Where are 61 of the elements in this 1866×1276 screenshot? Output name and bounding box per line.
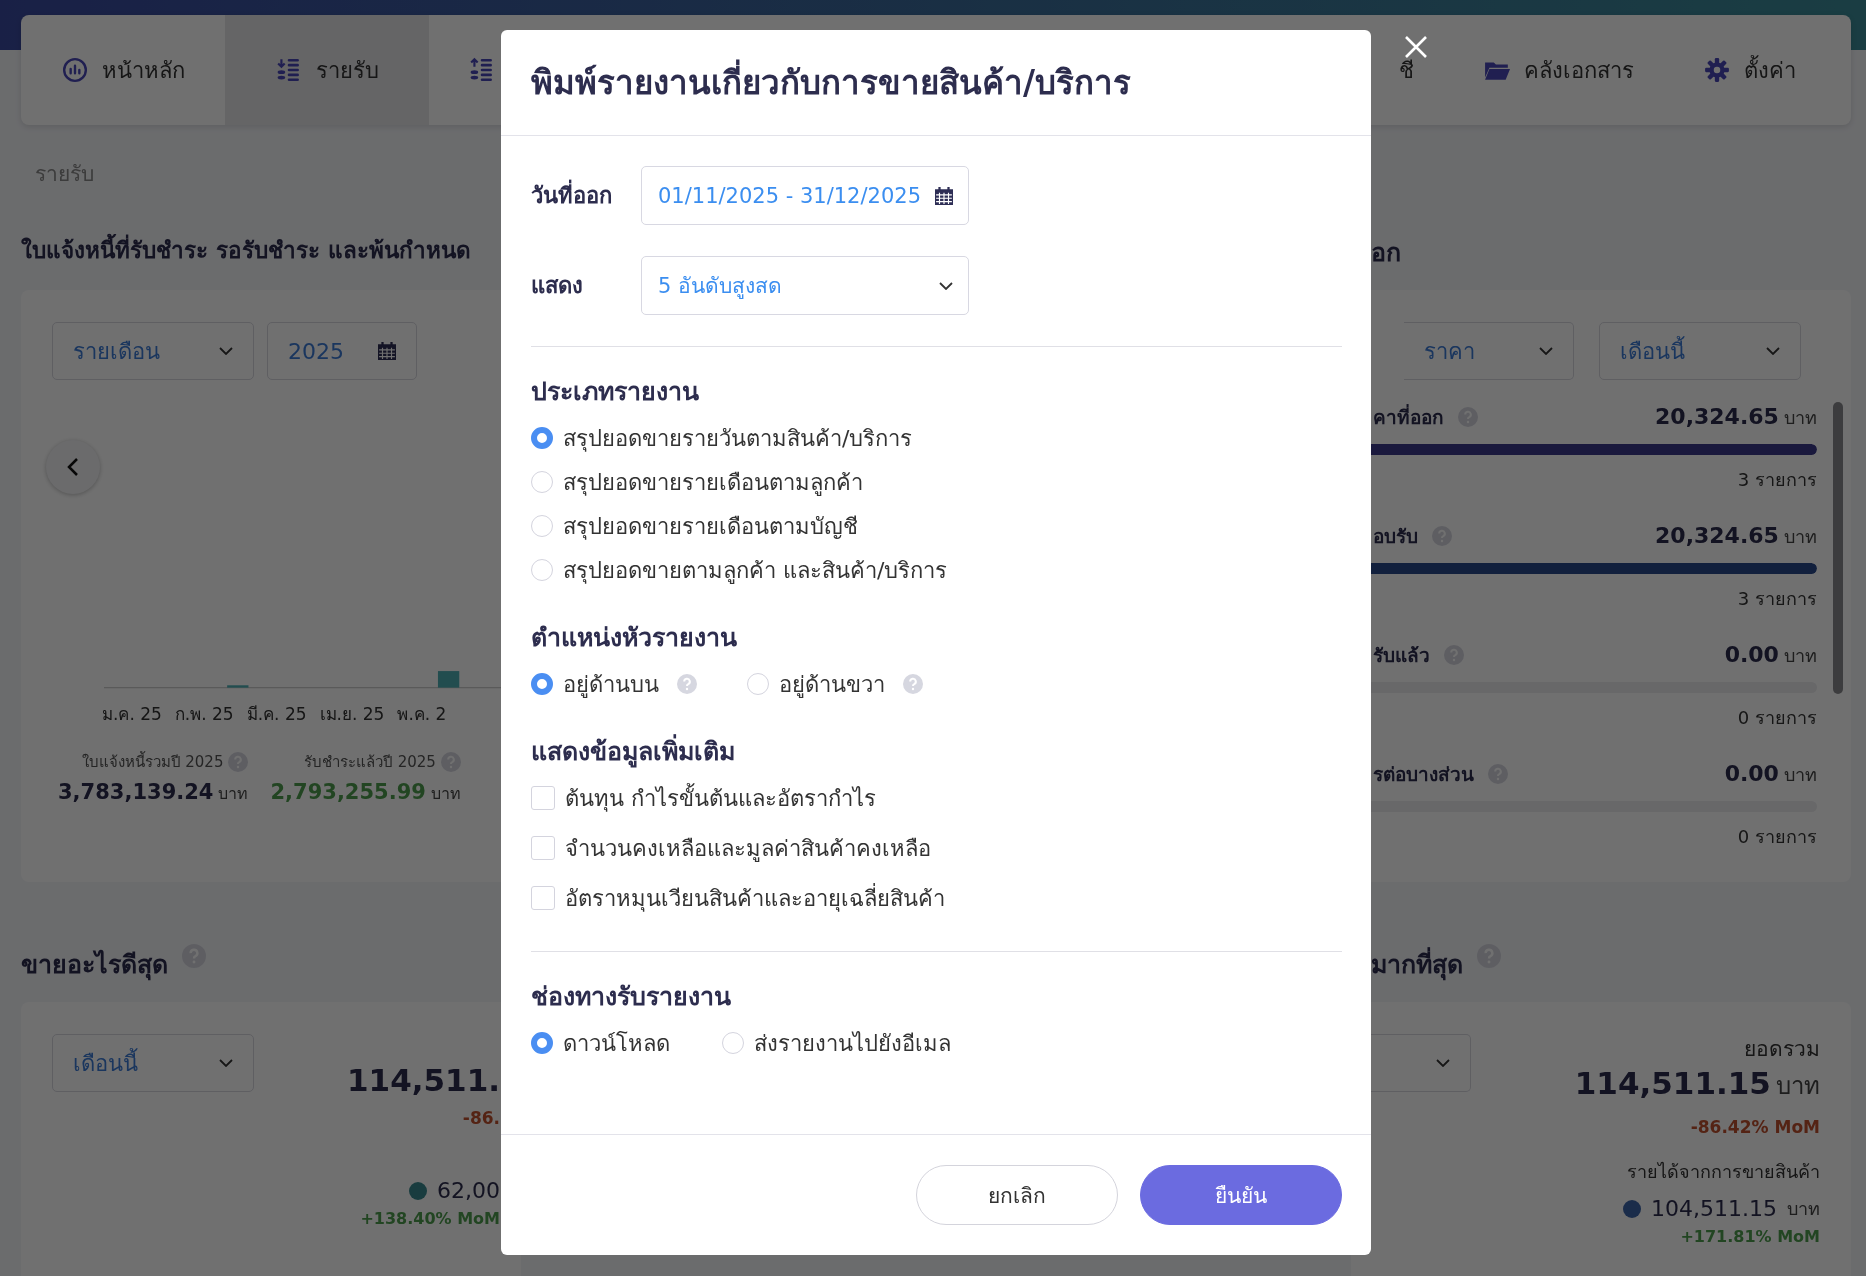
legend-value: 62,00 xyxy=(437,1178,500,1203)
section-title: ใบแจ้งหนี้ที่รับชำระ รอรับชำระ และพ้นกำหนด xyxy=(21,232,521,272)
section-title: อก xyxy=(1370,237,1402,269)
option-label: ส่งรายงานไปยังอีเมล xyxy=(754,1029,951,1058)
option-label: จำนวนคงเหลือและมูลค่าสินค้าคงเหลือ xyxy=(565,834,931,864)
change-text: -86.42% MoM xyxy=(1690,1117,1820,1137)
section-title: มากที่สุด xyxy=(1351,944,1463,984)
stat-value: 2,793,255.99 xyxy=(270,780,426,804)
item-count: 3 รายการ xyxy=(1736,587,1817,611)
axis-label: เม.ย. 25 xyxy=(319,703,385,726)
change-text: +138.40% MoM xyxy=(360,1209,500,1228)
option-label: สรุปยอดขายรายเดือนตามลูกค้า xyxy=(563,468,863,498)
status-label: รับแล้ว xyxy=(1373,643,1430,668)
item-count: 0 รายการ xyxy=(1736,706,1817,730)
axis-label: พ.ค. 2 xyxy=(397,703,447,726)
section-heading: ช่องทางรับรายงาน xyxy=(531,981,732,1013)
option-label: สรุปยอดขายรายเดือนตามบัญชี xyxy=(563,512,858,542)
unit-label: บาท xyxy=(1787,1197,1820,1221)
unit-label: บาท xyxy=(1784,525,1817,547)
unit-label: บาท xyxy=(1784,406,1817,428)
option-label: ต้นทุน กำไรขั้นต้นและอัตรากำไร xyxy=(565,782,876,814)
axis-label: ก.พ. 25 xyxy=(174,703,234,726)
status-label: อบรับ xyxy=(1373,524,1418,549)
status-label: คาที่ออก xyxy=(1373,403,1444,430)
item-count: 0 รายการ xyxy=(1736,825,1817,849)
amount-value: 0.00 xyxy=(1724,760,1779,786)
section-heading: แสดงข้อมูลเพิ่มเติม xyxy=(531,731,1342,771)
stat-label: ใบแจ้งหนี้รวมปี 2025 xyxy=(81,750,224,773)
unit-label: บาท xyxy=(1784,644,1817,666)
amount-value: 0.00 xyxy=(1724,641,1779,667)
amount-value: 20,324.65 xyxy=(1655,522,1779,548)
unit-label: บาท xyxy=(1784,763,1817,785)
total-value: 114,511.15 xyxy=(1574,1065,1771,1101)
amount-value: 20,324.65 xyxy=(1655,403,1779,429)
item-count: 3 รายการ xyxy=(1736,468,1817,492)
legend-value: 104,511.15 xyxy=(1651,1196,1777,1221)
dialog-title: พิมพ์รายงานเกี่ยวกับการขายสินค้า/บริการ xyxy=(531,56,1132,109)
option-label: อัตราหมุนเวียนสินค้าและอายุเฉลี่ยสินค้า xyxy=(565,882,945,914)
total-value: 114,511. xyxy=(347,1062,500,1098)
option-label: อยู่ด้านขวา xyxy=(779,670,885,700)
unit-label: บาท xyxy=(218,783,249,805)
stat-value: 3,783,139.24 xyxy=(58,780,214,804)
status-label: รต่อบางส่วน xyxy=(1373,762,1474,787)
option-label: สรุปยอดขายรายวันตามสินค้า/บริการ xyxy=(563,424,913,454)
unit-label: บาท xyxy=(430,783,461,805)
option-label: อยู่ด้านบน xyxy=(563,670,659,700)
field-label: วันที่ออก xyxy=(531,178,641,213)
field-label: แสดง xyxy=(531,272,584,300)
change-text: +171.81% MoM xyxy=(1680,1227,1820,1246)
axis-label: มี.ค. 25 xyxy=(246,703,307,726)
total-label: ยอดรวม xyxy=(1744,1036,1820,1063)
section-title: ขายอะไรดีสุด xyxy=(21,948,168,983)
section-heading: ประเภทรายงาน xyxy=(531,376,700,408)
change-text: -86. xyxy=(462,1108,500,1128)
stat-label: รับชำระแล้วปี 2025 xyxy=(303,752,436,773)
unit-label: บาท xyxy=(1776,1072,1820,1100)
axis-label: ม.ค. 25 xyxy=(102,703,162,726)
legend-label: รายได้จากการขายสินค้า xyxy=(1627,1160,1820,1184)
option-label: สรุปยอดขายตามลูกค้า และสินค้า/บริการ xyxy=(563,556,948,586)
option-label: ดาวน์โหลด xyxy=(563,1029,670,1058)
section-heading: ตำแหน่งหัวรายงาน xyxy=(531,622,738,654)
